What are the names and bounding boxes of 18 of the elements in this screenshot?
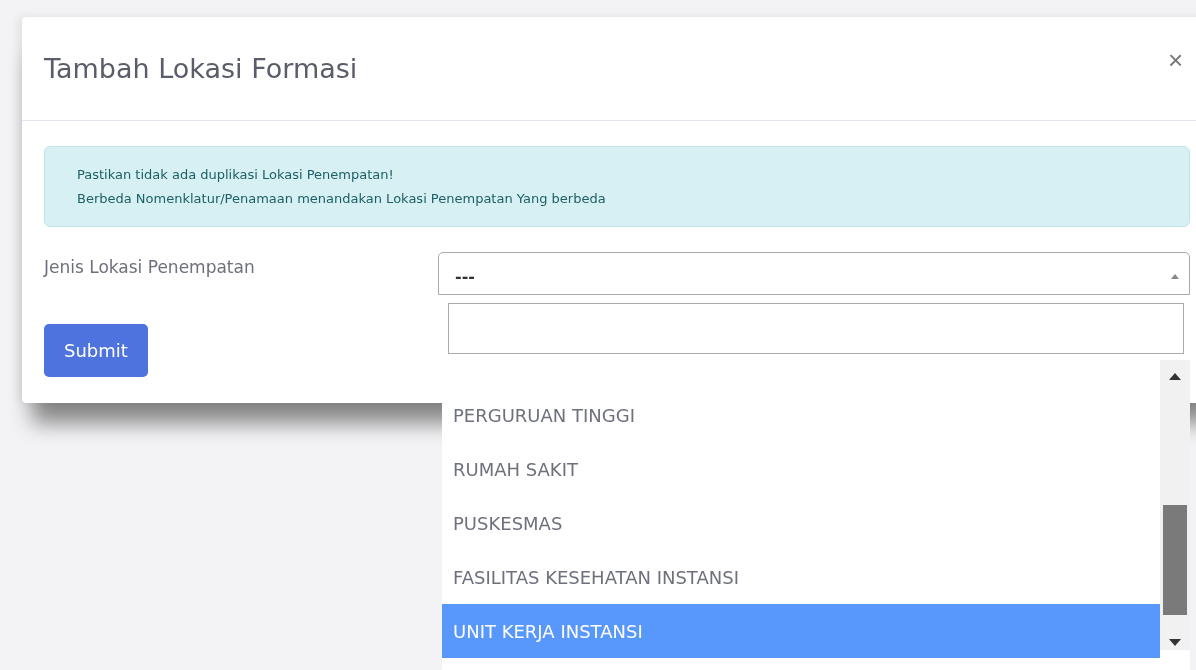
select-field[interactable]: --- xyxy=(438,252,1190,295)
dropdown-option[interactable]: PERGURUAN TINGGI xyxy=(442,388,1160,442)
scroll-up-icon[interactable] xyxy=(1169,373,1181,380)
submit-button[interactable]: Submit xyxy=(44,324,148,377)
scrollbar-thumb[interactable] xyxy=(1163,505,1187,615)
dropdown-option[interactable]: FASILITAS KESEHATAN INSTANSI xyxy=(442,550,1160,604)
scrollbar[interactable] xyxy=(1160,360,1190,650)
caret-icon xyxy=(1171,274,1179,279)
field-label: Jenis Lokasi Penempatan xyxy=(44,256,256,279)
close-button[interactable]: × xyxy=(1168,47,1184,73)
alert-text: Berbeda Nomenklatur/Penamaan menandakan Lokasi Penempatan Yang berbeda xyxy=(77,191,607,206)
dialog-title: Tambah Lokasi Formasi xyxy=(44,53,358,84)
scroll-down-icon[interactable] xyxy=(1169,639,1181,646)
search-field[interactable] xyxy=(448,303,1184,354)
dropdown-option[interactable]: UNIT KERJA INSTANSI xyxy=(442,604,1160,658)
dropdown-option[interactable]: RUMAH SAKIT xyxy=(442,442,1160,496)
alert-text: Pastikan tidak ada duplikasi Lokasi Penempatan! xyxy=(77,167,395,182)
dropdown-option[interactable]: PUSKESMAS xyxy=(442,496,1160,550)
